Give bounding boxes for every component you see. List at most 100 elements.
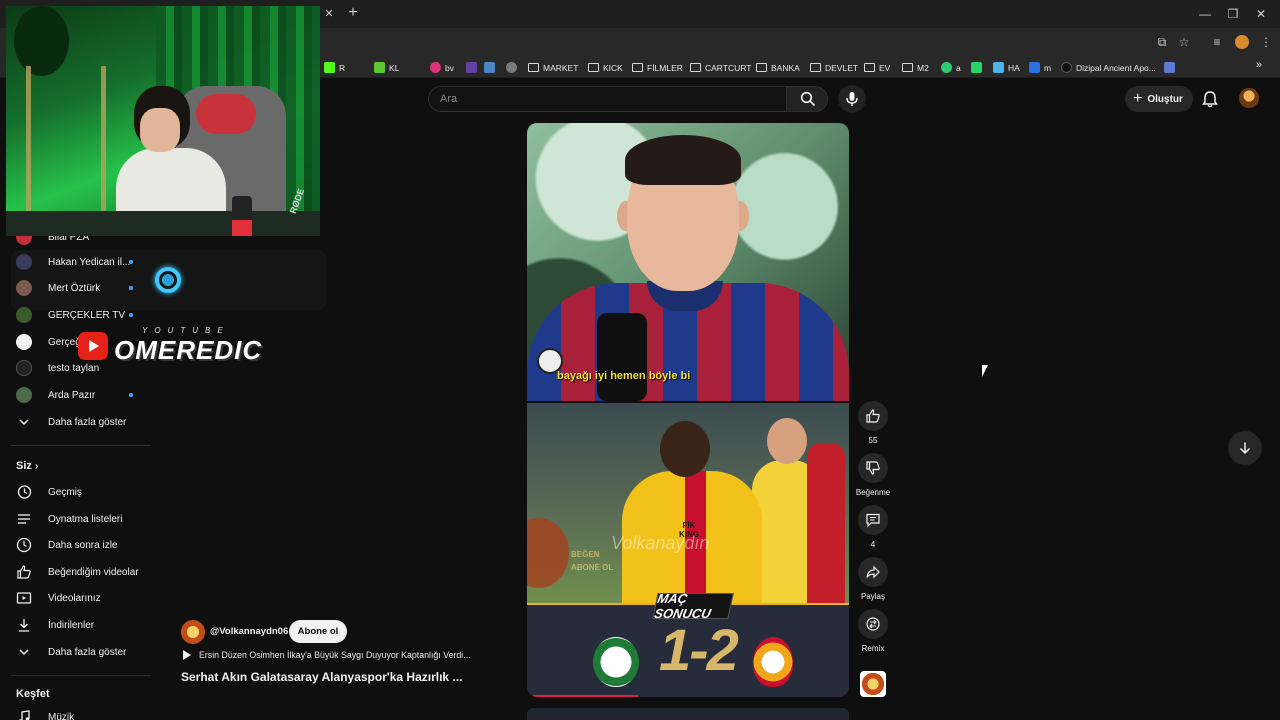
- video-frame-bottom: MAÇ SONUCU 1-2: [527, 591, 849, 697]
- notifications-button[interactable]: [1200, 89, 1220, 109]
- thumbs-up-icon: [16, 564, 32, 580]
- bookmark-item[interactable]: bv: [430, 60, 454, 75]
- webcam-microphone-light: [232, 220, 252, 236]
- chevron-down-icon: [16, 644, 32, 660]
- sidebar-subscription[interactable]: Hakan Yedican il...: [11, 249, 151, 275]
- folder-icon: [864, 63, 875, 72]
- create-button[interactable]: + Oluştur: [1125, 86, 1193, 112]
- bookmark-star-icon[interactable]: ☆: [1175, 33, 1193, 51]
- channel-avatar: [16, 360, 32, 376]
- bookmark-item[interactable]: R: [324, 60, 345, 75]
- video-music-row[interactable]: Ersin Düzen Osimhen İlkay'a Büyük Saygı …: [183, 650, 471, 660]
- more-bookmarks-icon[interactable]: »: [1256, 59, 1262, 71]
- bookmark-icon: [1029, 62, 1040, 73]
- sidebar-divider: [11, 675, 151, 676]
- voice-search-button[interactable]: [838, 85, 866, 113]
- sidebar-item-playlists[interactable]: Oynatma listeleri: [11, 506, 151, 532]
- new-content-dot: [129, 313, 133, 317]
- channel-avatar[interactable]: [181, 620, 205, 644]
- new-tab-icon[interactable]: +: [344, 4, 362, 22]
- video-person-hair: [625, 135, 741, 185]
- sidebar-item-history[interactable]: Geçmiş: [11, 479, 151, 505]
- sidebar-subscription[interactable]: Arda Pazır: [11, 382, 151, 408]
- sidebar-item-your-videos[interactable]: Videolarınız: [11, 585, 151, 611]
- bookmark-folder[interactable]: EV: [864, 60, 890, 75]
- bookmark-item[interactable]: [484, 60, 495, 75]
- bookmark-item[interactable]: KL: [374, 60, 399, 75]
- media-control-icon[interactable]: ≡: [1208, 33, 1226, 51]
- stream-ring-center: [162, 274, 174, 286]
- search-icon: [800, 91, 816, 107]
- bookmark-item[interactable]: m: [1029, 60, 1051, 75]
- video-progress-bar[interactable]: [533, 695, 638, 697]
- sidebar-item-watch-later[interactable]: Daha sonra izle: [11, 532, 151, 558]
- video-title[interactable]: Serhat Akın Galatasaray Alanyaspor'ka Ha…: [181, 670, 462, 684]
- comments-button[interactable]: [858, 505, 888, 535]
- share-icon: [866, 565, 880, 579]
- sidebar-item-downloads[interactable]: İndirilenler: [11, 612, 151, 638]
- account-avatar[interactable]: [1239, 88, 1259, 108]
- folder-icon: [588, 63, 599, 72]
- channel-thumbnail[interactable]: [860, 671, 886, 697]
- subscribe-button[interactable]: Abone ol: [289, 620, 347, 643]
- folder-icon: [902, 63, 913, 72]
- share-button[interactable]: [858, 557, 888, 587]
- person-face: [140, 108, 180, 152]
- bell-icon: [1202, 91, 1218, 108]
- folder-icon: [690, 63, 701, 72]
- bookmark-item[interactable]: [506, 60, 517, 75]
- sidebar-subscription[interactable]: Mert Öztürk: [11, 275, 151, 301]
- search-button[interactable]: [786, 86, 828, 112]
- bookmark-folder[interactable]: CARTCURT: [690, 60, 751, 75]
- install-app-icon[interactable]: ⧉: [1153, 33, 1171, 51]
- channel-avatar: [16, 387, 32, 403]
- kick-icon: [324, 62, 335, 73]
- bookmark-folder[interactable]: MARKET: [528, 60, 578, 75]
- like-button[interactable]: [858, 401, 888, 431]
- bookmark-icon: [971, 62, 982, 73]
- shorts-video-player[interactable]: bayağı iyi hemen böyle bi FİK KING BEĞEN…: [527, 123, 849, 697]
- bookmark-item[interactable]: a: [941, 60, 961, 75]
- close-window-icon[interactable]: ✕: [1250, 5, 1272, 23]
- sidebar-item-liked-videos[interactable]: Beğendiğim videolar: [11, 559, 151, 585]
- your-videos-icon: [16, 590, 32, 606]
- player-head: [660, 421, 710, 477]
- bookmark-folder[interactable]: FİLMLER: [632, 60, 683, 75]
- remix-button[interactable]: [858, 609, 888, 639]
- search-input[interactable]: [440, 93, 770, 105]
- match-result-banner: MAÇ SONUCU: [652, 591, 734, 621]
- next-video-button[interactable]: [1228, 431, 1262, 465]
- bookmark-item[interactable]: Dizipal Ancient Apo...: [1061, 60, 1156, 75]
- show-more-subscriptions[interactable]: Daha fazla göster: [11, 409, 151, 435]
- sidebar-item-music[interactable]: Müzik: [11, 704, 151, 720]
- bookmark-item[interactable]: [1164, 60, 1175, 75]
- bookmark-icon: [466, 62, 477, 73]
- you-section-header[interactable]: Siz ›: [16, 460, 38, 472]
- sidebar-subscription[interactable]: GERÇEKLER TV: [11, 302, 151, 328]
- dislike-button[interactable]: [858, 453, 888, 483]
- next-short-preview[interactable]: [527, 708, 849, 720]
- remix-icon: [866, 617, 880, 631]
- video-subtitle: bayağı iyi hemen böyle bi: [557, 370, 691, 382]
- bookmark-item[interactable]: [466, 60, 477, 75]
- bookmark-icon: [993, 62, 1004, 73]
- mic-icon: [846, 92, 858, 106]
- minimize-icon[interactable]: —: [1194, 5, 1216, 23]
- webcam-desk: [6, 211, 320, 236]
- webcam-easel: [26, 66, 106, 226]
- show-more-you[interactable]: Daha fazla göster: [11, 639, 151, 665]
- tab-close-icon[interactable]: ✕: [321, 6, 337, 22]
- bookmark-item[interactable]: [971, 60, 982, 75]
- folder-icon: [632, 63, 643, 72]
- bookmark-folder[interactable]: DEVLET: [810, 60, 858, 75]
- channel-name[interactable]: @Volkannaydn06: [210, 626, 288, 637]
- bookmark-folder[interactable]: KICK: [588, 60, 623, 75]
- browser-menu-icon[interactable]: ⋮: [1257, 33, 1275, 51]
- bookmark-item[interactable]: HA: [993, 60, 1020, 75]
- bookmark-folder[interactable]: M2: [902, 60, 929, 75]
- bookmark-folder[interactable]: BANKA: [756, 60, 800, 75]
- promo-line: ABONE OL: [571, 563, 614, 572]
- restore-icon[interactable]: ❐: [1222, 5, 1244, 23]
- bookmark-icon: [1061, 62, 1072, 73]
- profile-avatar-icon[interactable]: [1235, 35, 1249, 49]
